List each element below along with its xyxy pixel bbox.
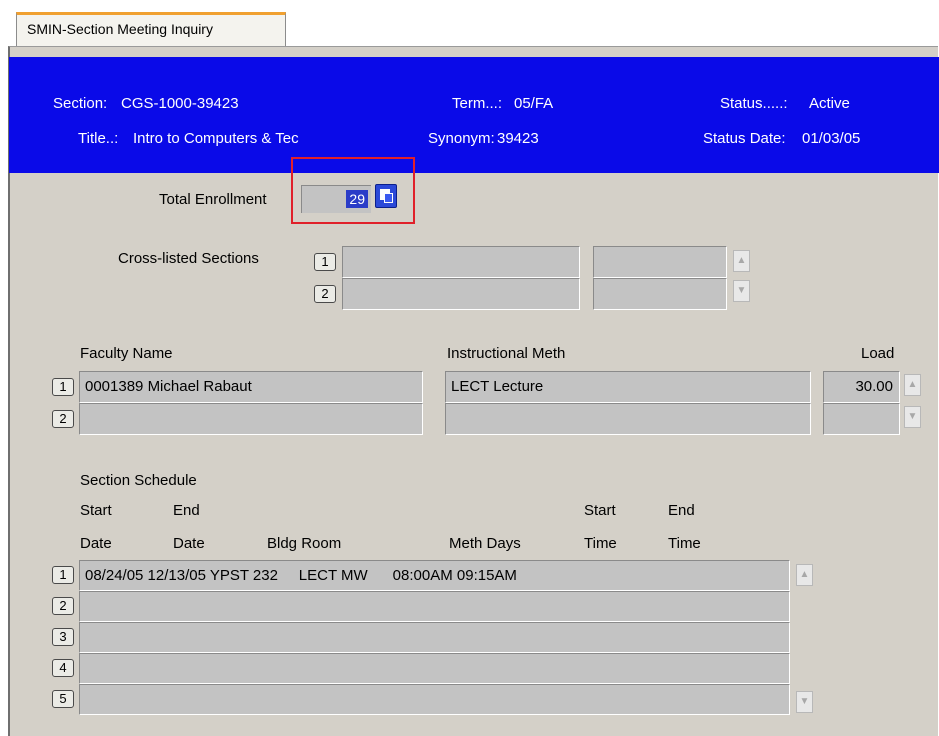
start-time-header-top: Start bbox=[584, 502, 616, 519]
bldg-room-header: Bldg Room bbox=[267, 535, 342, 552]
cross-listed-scroll-down-icon[interactable]: ▼ bbox=[733, 280, 750, 302]
title-value: Intro to Computers & Tec bbox=[133, 130, 299, 147]
status-value: Active bbox=[809, 95, 850, 112]
faculty-name-header: Faculty Name bbox=[80, 345, 173, 362]
status-date-value: 01/03/05 bbox=[802, 130, 861, 147]
term-value: 05/FA bbox=[514, 95, 554, 112]
end-date-header: Date bbox=[173, 535, 205, 552]
schedule-scroll-down-icon[interactable]: ▼ bbox=[796, 691, 813, 713]
end-time-header-top: End bbox=[668, 502, 695, 519]
end-date-header-top: End bbox=[173, 502, 200, 519]
schedule-row-1[interactable]: 08/24/05 12/13/05 YPST 232 LECT MW 08:00… bbox=[79, 560, 790, 591]
schedule-row-2[interactable] bbox=[79, 591, 790, 622]
instructional-meth-1[interactable]: LECT Lecture bbox=[445, 371, 811, 403]
faculty-name-2[interactable] bbox=[79, 403, 423, 435]
highlight-annotation bbox=[291, 157, 415, 224]
total-enrollment-label: Total Enrollment bbox=[159, 191, 267, 208]
term-label: Term...: bbox=[452, 95, 503, 112]
cross-listed-section-2[interactable] bbox=[342, 278, 580, 310]
schedule-row-1-button[interactable]: 1 bbox=[52, 566, 74, 584]
cross-listed-section-1[interactable] bbox=[342, 246, 580, 278]
faculty-scroll-up-icon[interactable]: ▲ bbox=[904, 374, 921, 396]
faculty-name-1[interactable]: 0001389 Michael Rabaut bbox=[79, 371, 423, 403]
schedule-row-3-button[interactable]: 3 bbox=[52, 628, 74, 646]
instructional-meth-2[interactable] bbox=[445, 403, 811, 435]
meth-days-header: Meth Days bbox=[449, 535, 521, 552]
load-1[interactable]: 30.00 bbox=[823, 371, 900, 403]
schedule-row-2-button[interactable]: 2 bbox=[52, 597, 74, 615]
load-header: Load bbox=[861, 345, 895, 362]
faculty-scroll-down-icon[interactable]: ▼ bbox=[904, 406, 921, 428]
faculty-row-1-button[interactable]: 1 bbox=[52, 378, 74, 396]
cross-listed-extra-2[interactable] bbox=[593, 278, 727, 310]
schedule-row-4-button[interactable]: 4 bbox=[52, 659, 74, 677]
status-date-label: Status Date: bbox=[703, 130, 786, 147]
title-label: Title..: bbox=[78, 130, 119, 147]
section-value: CGS-1000-39423 bbox=[121, 95, 239, 112]
schedule-row-4[interactable] bbox=[79, 653, 790, 684]
cross-listed-row-2-button[interactable]: 2 bbox=[314, 285, 336, 303]
tab-label: SMIN-Section Meeting Inquiry bbox=[27, 21, 213, 37]
faculty-row-2-button[interactable]: 2 bbox=[52, 410, 74, 428]
cross-listed-scroll-up-icon[interactable]: ▲ bbox=[733, 250, 750, 272]
schedule-row-5[interactable] bbox=[79, 684, 790, 715]
instructional-meth-header: Instructional Meth bbox=[447, 345, 566, 362]
synonym-value: 39423 bbox=[497, 130, 539, 147]
schedule-row-5-button[interactable]: 5 bbox=[52, 690, 74, 708]
load-2[interactable] bbox=[823, 403, 900, 435]
tab-smin[interactable]: SMIN-Section Meeting Inquiry bbox=[16, 12, 286, 46]
section-label: Section: bbox=[53, 95, 108, 112]
status-label: Status.....: bbox=[720, 95, 788, 112]
schedule-row-3[interactable] bbox=[79, 622, 790, 653]
cross-listed-label: Cross-listed Sections bbox=[118, 250, 259, 267]
section-schedule-title: Section Schedule bbox=[80, 472, 197, 489]
schedule-scroll-up-icon[interactable]: ▲ bbox=[796, 564, 813, 586]
cross-listed-extra-1[interactable] bbox=[593, 246, 727, 278]
section-header: Section: CGS-1000-39423 Title..: Intro t… bbox=[9, 57, 939, 173]
end-time-header: Time bbox=[668, 535, 701, 552]
start-time-header: Time bbox=[584, 535, 617, 552]
start-date-header: Date bbox=[80, 535, 112, 552]
synonym-label: Synonym: bbox=[428, 130, 495, 147]
cross-listed-row-1-button[interactable]: 1 bbox=[314, 253, 336, 271]
start-date-header-top: Start bbox=[80, 502, 112, 519]
